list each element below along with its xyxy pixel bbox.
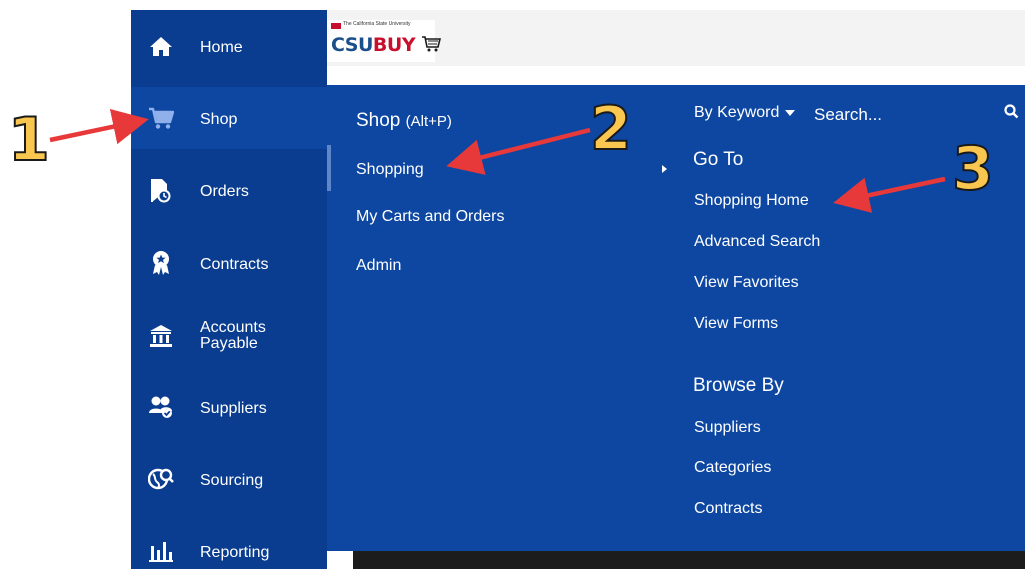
page-content-strip <box>353 551 1025 569</box>
sidebar-item-reporting[interactable]: Reporting <box>131 520 327 569</box>
sidebar-item-orders[interactable]: Orders <box>131 160 327 222</box>
menu-item-shopping[interactable]: Shopping <box>356 161 424 179</box>
submenu-chevron-icon <box>662 165 667 173</box>
logo-brand: CSUBUY <box>331 34 442 56</box>
logo-small-text: The California State University <box>343 21 411 27</box>
sidebar-item-label: Sourcing <box>200 472 264 489</box>
sidebar-item-label: Orders <box>200 183 249 200</box>
browse-heading: Browse By <box>693 375 784 396</box>
arrow-1 <box>49 108 149 145</box>
search-mode-dropdown[interactable]: By Keyword <box>694 104 796 122</box>
link-shopping-home[interactable]: Shopping Home <box>694 192 809 210</box>
cart-icon <box>148 105 174 131</box>
menu-item-admin[interactable]: Admin <box>356 257 401 275</box>
sidebar-item-label: Suppliers <box>200 400 267 417</box>
caret-down-icon <box>785 109 796 116</box>
link-advanced-search[interactable]: Advanced Search <box>694 233 820 251</box>
flyout-title-text: Shop <box>356 110 401 131</box>
search-input[interactable] <box>814 100 1004 130</box>
csubuy-logo[interactable]: The California State University CSUBUY <box>327 20 442 62</box>
home-icon <box>148 33 174 59</box>
sidebar-item-accounts-payable[interactable]: Accounts Payable <box>131 305 327 367</box>
sidebar-item-contracts[interactable]: Contracts <box>131 232 327 294</box>
link-browse-contracts[interactable]: Contracts <box>694 500 762 518</box>
sidebar-item-label: Reporting <box>200 544 270 561</box>
bar-chart-icon <box>148 538 174 564</box>
menu-item-my-carts-and-orders[interactable]: My Carts and Orders <box>356 208 504 226</box>
search-icon[interactable] <box>1004 104 1019 124</box>
sidebar-item-home[interactable]: Home <box>131 15 327 77</box>
link-browse-categories[interactable]: Categories <box>694 459 771 477</box>
suppliers-icon <box>148 394 174 420</box>
contract-badge-icon <box>148 250 174 276</box>
orders-icon <box>148 178 174 204</box>
csu-tag <box>331 23 341 29</box>
link-browse-suppliers[interactable]: Suppliers <box>694 419 761 437</box>
sidebar-item-label: Home <box>200 39 243 56</box>
sidebar-item-suppliers[interactable]: Suppliers <box>131 376 327 438</box>
search-mode-label: By Keyword <box>694 104 780 121</box>
sourcing-icon <box>148 466 174 492</box>
sidebar-item-sourcing[interactable]: Sourcing <box>131 448 327 510</box>
logo-cart-icon <box>422 36 442 52</box>
sidebar-nav: Home Shop Orders Contracts Accounts Paya… <box>131 10 327 569</box>
sidebar-item-shop[interactable]: Shop <box>131 87 327 149</box>
flyout-title: Shop (Alt+P) <box>356 110 452 132</box>
callout-number-1: 1 <box>7 105 51 175</box>
flyout-shortcut: (Alt+P) <box>405 113 452 130</box>
shop-flyout-menu <box>327 85 1025 551</box>
app-screen: The California State University CSUBUY H… <box>0 0 1025 569</box>
sidebar-item-label: Contracts <box>200 256 269 273</box>
link-view-forms[interactable]: View Forms <box>694 315 778 333</box>
sidebar-item-label: Shop <box>200 111 238 128</box>
goto-heading: Go To <box>693 149 744 170</box>
logo-brand-buy: BUY <box>372 34 416 56</box>
logo-brand-csu: CSU <box>331 34 373 56</box>
link-view-favorites[interactable]: View Favorites <box>694 274 799 292</box>
sidebar-item-label: Accounts Payable <box>200 319 266 352</box>
active-item-indicator <box>327 145 331 191</box>
bank-icon <box>148 323 174 349</box>
